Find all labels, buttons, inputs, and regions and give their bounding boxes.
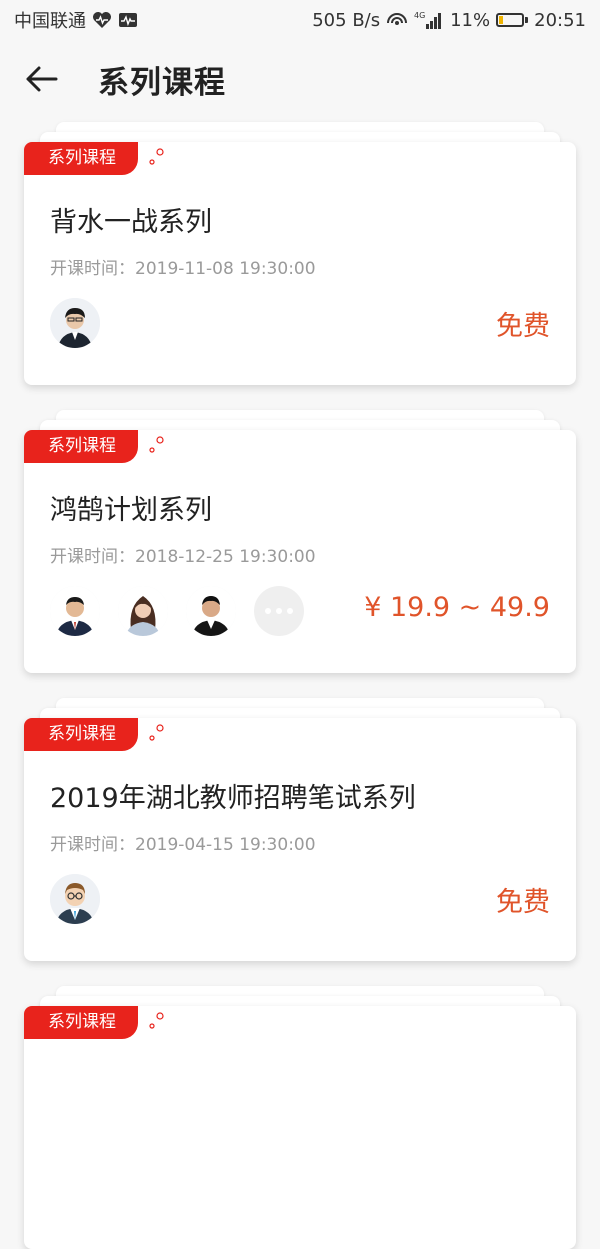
- course-time: 开课时间：2019-04-15 19:30:00: [50, 835, 316, 855]
- course-card[interactable]: 系列课程: [24, 1006, 576, 1249]
- teacher-avatar[interactable]: [186, 586, 236, 636]
- battery-icon: [496, 13, 529, 27]
- tag-decoration-icon: [149, 1012, 164, 1029]
- course-time: 开课时间：2018-12-25 19:30:00: [50, 547, 316, 567]
- course-time: 开课时间：2019-11-08 19:30:00: [50, 259, 316, 279]
- hotspot-icon: [386, 11, 408, 29]
- series-tag: 系列课程: [24, 1006, 138, 1039]
- teacher-avatar[interactable]: [118, 586, 168, 636]
- course-card-stack: 系列课程 2019年湖北教师招聘笔试系列 开课时间：2019-04-15 19:…: [24, 698, 576, 961]
- app-header: 系列课程: [0, 40, 600, 118]
- battery-percent: 11%: [450, 9, 491, 31]
- status-bar: 中国联通 505 B/s 4G 11% 20:51: [0, 0, 600, 40]
- more-teachers-button[interactable]: [254, 586, 304, 636]
- course-card[interactable]: 系列课程 2019年湖北教师招聘笔试系列 开课时间：2019-04-15 19:…: [24, 718, 576, 961]
- course-price: 免费: [496, 311, 550, 342]
- series-tag: 系列课程: [24, 430, 138, 463]
- more-dots-icon: [265, 608, 271, 614]
- back-button[interactable]: [16, 54, 66, 104]
- course-card-stack: 系列课程: [24, 986, 576, 1249]
- course-price: 免费: [496, 887, 550, 918]
- course-card-stack: 系列课程 背水一战系列 开课时间：2019-11-08 19:30:00 免费: [24, 122, 576, 385]
- carrier-label: 中国联通: [14, 11, 86, 32]
- course-title: 鸿鹄计划系列: [50, 495, 212, 526]
- series-tag: 系列课程: [24, 142, 138, 175]
- activity-icon: [118, 12, 138, 28]
- course-card[interactable]: 系列课程 背水一战系列 开课时间：2019-11-08 19:30:00 免费: [24, 142, 576, 385]
- network-speed: 505 B/s: [312, 9, 381, 31]
- clock: 20:51: [534, 9, 586, 31]
- series-tag: 系列课程: [24, 718, 138, 751]
- teacher-avatars: [50, 874, 100, 924]
- course-card-stack: 系列课程 鸿鹄计划系列 开课时间：2018-12-25 19:30:00 ¥ 1…: [24, 410, 576, 673]
- network-type-label: 4G: [414, 11, 425, 20]
- page-title: 系列课程: [98, 64, 226, 101]
- teacher-avatars: [50, 586, 304, 636]
- teacher-avatar[interactable]: [50, 586, 100, 636]
- tag-decoration-icon: [149, 148, 164, 165]
- teacher-avatars: [50, 298, 100, 348]
- course-title: 2019年湖北教师招聘笔试系列: [50, 783, 416, 814]
- tag-decoration-icon: [149, 724, 164, 741]
- heart-icon: [92, 11, 112, 29]
- course-card[interactable]: 系列课程 鸿鹄计划系列 开课时间：2018-12-25 19:30:00 ¥ 1…: [24, 430, 576, 673]
- tag-decoration-icon: [149, 436, 164, 453]
- arrow-left-icon: [26, 66, 58, 92]
- course-price: ¥ 19.9 ~ 49.9: [364, 592, 550, 623]
- teacher-avatar[interactable]: [50, 298, 100, 348]
- teacher-avatar[interactable]: [50, 874, 100, 924]
- course-title: 背水一战系列: [50, 207, 212, 238]
- signal-icon: 4G: [414, 10, 444, 30]
